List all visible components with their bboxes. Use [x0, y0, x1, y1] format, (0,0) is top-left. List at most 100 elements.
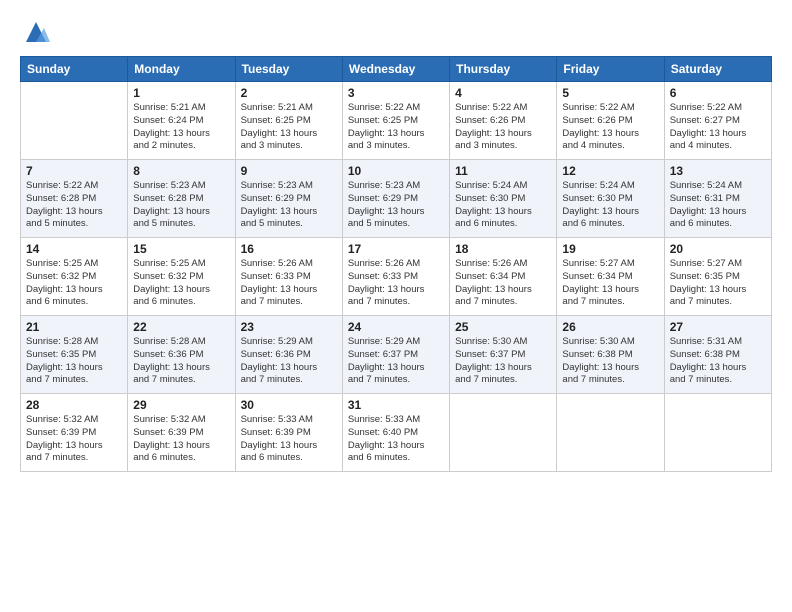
cell-day-number: 15: [133, 242, 229, 256]
calendar-cell: 30Sunrise: 5:33 AM Sunset: 6:39 PM Dayli…: [235, 394, 342, 472]
calendar-cell: 28 Sunrise: 5:32 AM Sunset: 6:39 PM Dayli…: [21, 394, 128, 472]
calendar-cell: 20 Sunrise: 5:27 AM Sunset: 6:35 PM Dayli…: [664, 238, 771, 316]
cell-info: Sunrise: 5:27 AM Sunset: 6:34 PM Dayligh…: [562, 258, 658, 309]
cell-day-number: 12: [562, 164, 658, 178]
cell-day-number: 7: [26, 164, 122, 178]
week-row-3: 14 Sunrise: 5:25 AM Sunset: 6:32 PM Dayli…: [21, 238, 772, 316]
cell-info: Sunrise: 5:25 AM Sunset: 6:32 PM Dayligh…: [133, 258, 229, 309]
cell-day-number: 11: [455, 164, 551, 178]
calendar-cell: 19 Sunrise: 5:27 AM Sunset: 6:34 PM Dayli…: [557, 238, 664, 316]
calendar-cell: 5 Sunrise: 5:22 AM Sunset: 6:26 PM Daylig…: [557, 82, 664, 160]
cell-info: Sunrise: 5:21 AM Sunset: 6:24 PM Dayligh…: [133, 102, 229, 153]
calendar-cell: 31 Sunrise: 5:33 AM Sunset: 6:40 PM Dayli…: [342, 394, 449, 472]
cell-day-number: 22: [133, 320, 229, 334]
cell-info: Sunrise: 5:26 AM Sunset: 6:34 PM Dayligh…: [455, 258, 551, 309]
calendar-cell: 1 Sunrise: 5:21 AM Sunset: 6:24 PM Daylig…: [128, 82, 235, 160]
cell-info: Sunrise: 5:22 AM Sunset: 6:26 PM Dayligh…: [562, 102, 658, 153]
cell-day-number: 27: [670, 320, 766, 334]
cell-day-number: 4: [455, 86, 551, 100]
cell-day-number: 5: [562, 86, 658, 100]
cell-info: Sunrise: 5:32 AM Sunset: 6:39 PM Dayligh…: [26, 414, 122, 465]
cell-day-number: 3: [348, 86, 444, 100]
day-header-saturday: Saturday: [664, 57, 771, 82]
cell-day-number: 14: [26, 242, 122, 256]
calendar-cell: [557, 394, 664, 472]
calendar-cell: 4 Sunrise: 5:22 AM Sunset: 6:26 PM Daylig…: [450, 82, 557, 160]
logo-icon: [22, 18, 50, 46]
cell-info: Sunrise: 5:29 AM Sunset: 6:36 PM Dayligh…: [241, 336, 337, 387]
cell-info: Sunrise: 5:26 AM Sunset: 6:33 PM Dayligh…: [241, 258, 337, 309]
calendar-cell: 3 Sunrise: 5:22 AM Sunset: 6:25 PM Daylig…: [342, 82, 449, 160]
cell-info: Sunrise: 5:30 AM Sunset: 6:38 PM Dayligh…: [562, 336, 658, 387]
cell-day-number: 20: [670, 242, 766, 256]
header-row: SundayMondayTuesdayWednesdayThursdayFrid…: [21, 57, 772, 82]
calendar-cell: 26 Sunrise: 5:30 AM Sunset: 6:38 PM Dayli…: [557, 316, 664, 394]
cell-day-number: 10: [348, 164, 444, 178]
cell-day-number: 28: [26, 398, 122, 412]
calendar-cell: [450, 394, 557, 472]
calendar-cell: 21 Sunrise: 5:28 AM Sunset: 6:35 PM Dayli…: [21, 316, 128, 394]
calendar-cell: 12 Sunrise: 5:24 AM Sunset: 6:30 PM Dayli…: [557, 160, 664, 238]
calendar-cell: 6 Sunrise: 5:22 AM Sunset: 6:27 PM Daylig…: [664, 82, 771, 160]
calendar-cell: 14 Sunrise: 5:25 AM Sunset: 6:32 PM Dayli…: [21, 238, 128, 316]
calendar-cell: 8 Sunrise: 5:23 AM Sunset: 6:28 PM Daylig…: [128, 160, 235, 238]
calendar-cell: 24Sunrise: 5:29 AM Sunset: 6:37 PM Dayli…: [342, 316, 449, 394]
calendar-cell: 25 Sunrise: 5:30 AM Sunset: 6:37 PM Dayli…: [450, 316, 557, 394]
cell-day-number: 2: [241, 86, 337, 100]
cell-info: Sunrise: 5:22 AM Sunset: 6:25 PM Dayligh…: [348, 102, 444, 153]
cell-info: Sunrise: 5:25 AM Sunset: 6:32 PM Dayligh…: [26, 258, 122, 309]
calendar-cell: 22Sunrise: 5:28 AM Sunset: 6:36 PM Dayli…: [128, 316, 235, 394]
cell-day-number: 6: [670, 86, 766, 100]
logo: [20, 18, 50, 46]
calendar-cell: 23 Sunrise: 5:29 AM Sunset: 6:36 PM Dayli…: [235, 316, 342, 394]
day-header-friday: Friday: [557, 57, 664, 82]
day-header-monday: Monday: [128, 57, 235, 82]
cell-info: Sunrise: 5:30 AM Sunset: 6:37 PM Dayligh…: [455, 336, 551, 387]
cell-day-number: 17: [348, 242, 444, 256]
calendar-cell: 10 Sunrise: 5:23 AM Sunset: 6:29 PM Dayli…: [342, 160, 449, 238]
cell-day-number: 23: [241, 320, 337, 334]
cell-info: Sunrise: 5:24 AM Sunset: 6:30 PM Dayligh…: [455, 180, 551, 231]
calendar-cell: 29 Sunrise: 5:32 AM Sunset: 6:39 PM Dayli…: [128, 394, 235, 472]
cell-info: Sunrise: 5:24 AM Sunset: 6:30 PM Dayligh…: [562, 180, 658, 231]
cell-info: Sunrise: 5:31 AM Sunset: 6:38 PM Dayligh…: [670, 336, 766, 387]
calendar-cell: 7Sunrise: 5:22 AM Sunset: 6:28 PM Daylig…: [21, 160, 128, 238]
cell-info: Sunrise: 5:22 AM Sunset: 6:26 PM Dayligh…: [455, 102, 551, 153]
cell-day-number: 8: [133, 164, 229, 178]
cell-info: Sunrise: 5:22 AM Sunset: 6:27 PM Dayligh…: [670, 102, 766, 153]
day-header-sunday: Sunday: [21, 57, 128, 82]
header: [20, 18, 772, 46]
cell-info: Sunrise: 5:24 AM Sunset: 6:31 PM Dayligh…: [670, 180, 766, 231]
calendar-cell: [21, 82, 128, 160]
cell-day-number: 19: [562, 242, 658, 256]
cell-day-number: 31: [348, 398, 444, 412]
cell-info: Sunrise: 5:23 AM Sunset: 6:29 PM Dayligh…: [241, 180, 337, 231]
calendar-cell: 17Sunrise: 5:26 AM Sunset: 6:33 PM Dayli…: [342, 238, 449, 316]
cell-day-number: 29: [133, 398, 229, 412]
cell-day-number: 24: [348, 320, 444, 334]
cell-day-number: 1: [133, 86, 229, 100]
cell-day-number: 21: [26, 320, 122, 334]
cell-info: Sunrise: 5:27 AM Sunset: 6:35 PM Dayligh…: [670, 258, 766, 309]
cell-info: Sunrise: 5:23 AM Sunset: 6:28 PM Dayligh…: [133, 180, 229, 231]
week-row-4: 21 Sunrise: 5:28 AM Sunset: 6:35 PM Dayli…: [21, 316, 772, 394]
calendar-cell: 2Sunrise: 5:21 AM Sunset: 6:25 PM Daylig…: [235, 82, 342, 160]
week-row-5: 28 Sunrise: 5:32 AM Sunset: 6:39 PM Dayli…: [21, 394, 772, 472]
cell-day-number: 25: [455, 320, 551, 334]
cell-info: Sunrise: 5:33 AM Sunset: 6:40 PM Dayligh…: [348, 414, 444, 465]
cell-info: Sunrise: 5:28 AM Sunset: 6:35 PM Dayligh…: [26, 336, 122, 387]
week-row-2: 7Sunrise: 5:22 AM Sunset: 6:28 PM Daylig…: [21, 160, 772, 238]
day-header-tuesday: Tuesday: [235, 57, 342, 82]
week-row-1: 1 Sunrise: 5:21 AM Sunset: 6:24 PM Daylig…: [21, 82, 772, 160]
calendar-cell: 13Sunrise: 5:24 AM Sunset: 6:31 PM Dayli…: [664, 160, 771, 238]
cell-info: Sunrise: 5:23 AM Sunset: 6:29 PM Dayligh…: [348, 180, 444, 231]
cell-info: Sunrise: 5:33 AM Sunset: 6:39 PM Dayligh…: [241, 414, 337, 465]
calendar-cell: 15 Sunrise: 5:25 AM Sunset: 6:32 PM Dayli…: [128, 238, 235, 316]
day-header-wednesday: Wednesday: [342, 57, 449, 82]
cell-day-number: 26: [562, 320, 658, 334]
calendar-cell: 27 Sunrise: 5:31 AM Sunset: 6:38 PM Dayli…: [664, 316, 771, 394]
calendar-cell: 16Sunrise: 5:26 AM Sunset: 6:33 PM Dayli…: [235, 238, 342, 316]
cell-info: Sunrise: 5:32 AM Sunset: 6:39 PM Dayligh…: [133, 414, 229, 465]
cell-day-number: 18: [455, 242, 551, 256]
calendar-cell: [664, 394, 771, 472]
